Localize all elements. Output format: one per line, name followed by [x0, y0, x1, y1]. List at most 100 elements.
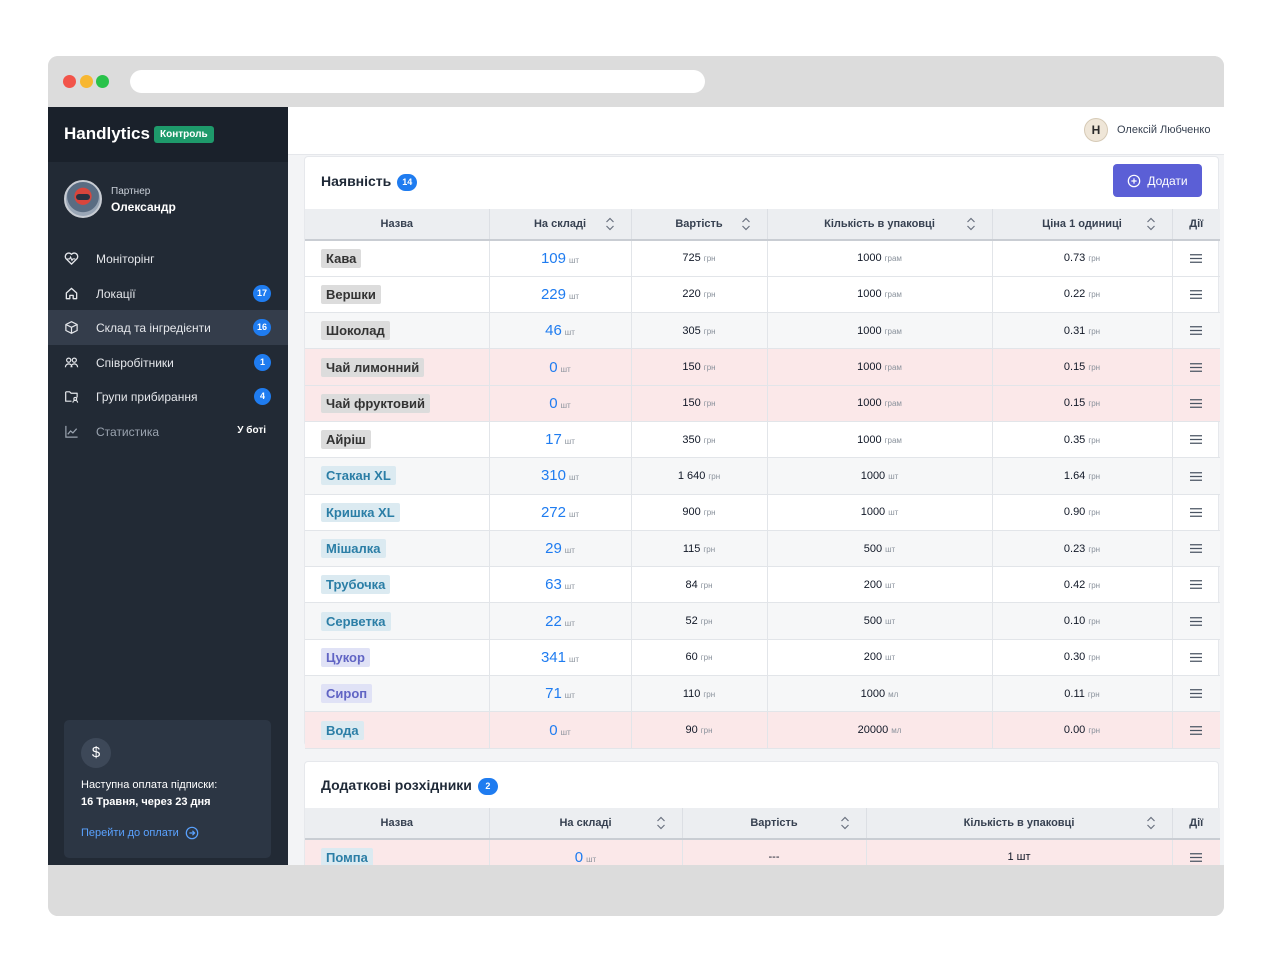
menu-icon[interactable]	[1190, 435, 1203, 445]
stock-unit: шт	[568, 473, 580, 483]
cell-stock: 29 шт	[489, 530, 632, 568]
sidebar-item-locations[interactable]: Локації 17	[48, 276, 288, 311]
sidebar-item-warehouse[interactable]: Склад та інгредієнти 16	[48, 310, 288, 345]
menu-icon[interactable]	[1190, 399, 1203, 408]
cell-unit-price: 0.73 грн	[992, 240, 1173, 277]
stock-unit: шт	[586, 854, 597, 864]
go-to-payment-link[interactable]: Перейти до оплати	[81, 826, 199, 840]
column-unit-price[interactable]: Ціна 1 одиниці	[992, 209, 1173, 241]
cell-stock: 341 шт	[489, 639, 632, 677]
item-name-chip[interactable]: Помпа	[321, 847, 373, 865]
item-name-chip[interactable]: Стакан XL	[321, 466, 396, 486]
item-name-chip[interactable]: Серветка	[321, 611, 391, 631]
locations-count-badge: 17	[252, 284, 271, 302]
sidebar-item-employees[interactable]: Співробітники 1	[48, 345, 288, 380]
sort-icon[interactable]	[840, 816, 850, 830]
table-row[interactable]: Помпа 0 шт --- 1 шт	[305, 839, 1220, 865]
stock-value: 71	[545, 685, 562, 703]
table-row[interactable]: Чай лимонний 0 шт 150 грн 1000 грам 0.15 грн	[305, 348, 1220, 386]
sort-icon[interactable]	[741, 217, 751, 231]
column-stock[interactable]: На складі	[489, 808, 683, 840]
cell-name: Стакан XL	[305, 457, 490, 495]
cost-value: 220	[682, 288, 701, 301]
column-name[interactable]: Назва	[305, 209, 490, 241]
sort-icon[interactable]	[1146, 816, 1156, 830]
item-name-chip[interactable]: Кришка XL	[321, 502, 400, 522]
column-pack-quantity[interactable]: Кількість в упаковці	[866, 808, 1173, 840]
menu-icon[interactable]	[1190, 471, 1203, 481]
cell-stock: 46 шт	[489, 312, 632, 350]
menu-icon[interactable]	[1190, 616, 1203, 626]
menu-icon[interactable]	[1190, 507, 1203, 517]
table-row[interactable]: Айріш 17 шт 350 грн 1000 грам 0.35 грн	[305, 421, 1220, 459]
table-row[interactable]: Кришка XL 272 шт 900 грн 1000 шт 0.90 грн	[305, 494, 1220, 531]
cell-stock: 272 шт	[489, 494, 632, 531]
pack-unit: грам	[884, 290, 902, 300]
sort-icon[interactable]	[966, 217, 976, 231]
pack-value: 1000	[857, 324, 882, 337]
brand-logo[interactable]: Handlytics	[64, 124, 150, 144]
sidebar-item-monitoring[interactable]: Моніторінг	[48, 241, 288, 276]
pack-value: 1000	[857, 252, 882, 265]
menu-icon[interactable]	[1190, 362, 1203, 372]
table-row[interactable]: Серветка 22 шт 52 грн 500 шт 0.10 грн	[305, 602, 1220, 640]
close-window-icon[interactable]	[63, 75, 76, 88]
item-name-chip[interactable]: Шоколад	[321, 321, 390, 341]
item-name-chip[interactable]: Чай лимонний	[321, 357, 425, 377]
item-name-chip[interactable]: Кава	[321, 248, 362, 268]
menu-icon[interactable]	[1190, 544, 1203, 554]
item-name-chip[interactable]: Мішалка	[321, 539, 386, 559]
sidebar-item-cleaning-groups[interactable]: Групи прибирання 4	[48, 379, 288, 414]
menu-icon[interactable]	[1190, 853, 1203, 862]
item-name-chip[interactable]: Сироп	[321, 684, 373, 704]
menu-icon[interactable]	[1190, 254, 1203, 263]
item-name-chip[interactable]: Чай фруктовий	[321, 393, 430, 413]
menu-icon[interactable]	[1190, 725, 1203, 735]
sort-icon[interactable]	[656, 816, 666, 830]
cost-unit: грн	[703, 326, 716, 336]
minimize-window-icon[interactable]	[80, 75, 93, 88]
table-row[interactable]: Кава 109 шт 725 грн 1000 грам 0.73 грн	[305, 240, 1220, 277]
menu-icon[interactable]	[1190, 580, 1203, 590]
column-cost[interactable]: Вартість	[682, 808, 867, 840]
maximize-window-icon[interactable]	[96, 75, 109, 88]
menu-icon[interactable]	[1190, 290, 1203, 299]
table-row[interactable]: Трубочка 63 шт 84 грн 200 шт 0.42 грн	[305, 566, 1220, 604]
user-name[interactable]: Олексій Любченко	[1117, 124, 1210, 136]
item-name-chip[interactable]: Трубочка	[321, 575, 391, 595]
add-item-button[interactable]: Додати	[1113, 164, 1202, 197]
user-avatar[interactable]: H	[1084, 118, 1108, 142]
cost-value: 900	[682, 506, 701, 519]
cost-unit: грн	[708, 471, 721, 481]
menu-icon[interactable]	[1190, 653, 1203, 662]
sort-icon[interactable]	[605, 217, 615, 231]
table-row[interactable]: Стакан XL 310 шт 1 640 грн 1000 шт 1.64 грн	[305, 457, 1220, 495]
cost-value: 60	[685, 651, 698, 664]
column-name[interactable]: Назва	[305, 808, 490, 840]
column-pack-quantity[interactable]: Кількість в упаковці	[767, 209, 993, 241]
address-bar[interactable]	[130, 70, 705, 93]
table-row[interactable]: Мішалка 29 шт 115 грн 500 шт 0.23 грн	[305, 530, 1220, 568]
folder-user-icon	[65, 391, 79, 403]
table-row[interactable]: Вершки 229 шт 220 грн 1000 грам 0.22 грн	[305, 276, 1220, 314]
item-name-chip[interactable]: Айріш	[321, 430, 371, 450]
menu-icon[interactable]	[1190, 689, 1203, 699]
pack-unit: шт	[885, 653, 896, 663]
column-cost[interactable]: Вартість	[631, 209, 768, 241]
table-row[interactable]: Чай фруктовий 0 шт 150 грн 1000 грам 0.15 грн	[305, 385, 1220, 422]
cost-unit: грн	[703, 435, 716, 445]
sort-icon[interactable]	[1146, 217, 1156, 231]
table-row[interactable]: Вода 0 шт 90 грн 20000 мл 0.00 грн	[305, 711, 1220, 749]
table-row[interactable]: Сироп 71 шт 110 грн 1000 мл 0.11 грн	[305, 675, 1220, 713]
profile-block[interactable]: Партнер Олександр	[64, 180, 274, 220]
cell-pack: 1000 шт	[767, 457, 993, 495]
sidebar-item-statistics[interactable]: Статистика У боті	[48, 414, 288, 449]
item-name-chip[interactable]: Вода	[321, 720, 364, 740]
item-name-chip[interactable]: Цукор	[321, 647, 370, 667]
table-row[interactable]: Цукор 341 шт 60 грн 200 шт 0.30 грн	[305, 639, 1220, 677]
item-name-chip[interactable]: Вершки	[321, 284, 381, 304]
menu-icon[interactable]	[1190, 326, 1203, 336]
cell-cost: 84 грн	[631, 566, 768, 604]
column-stock[interactable]: На складі	[489, 209, 632, 241]
table-row[interactable]: Шоколад 46 шт 305 грн 1000 грам 0.31 грн	[305, 312, 1220, 350]
